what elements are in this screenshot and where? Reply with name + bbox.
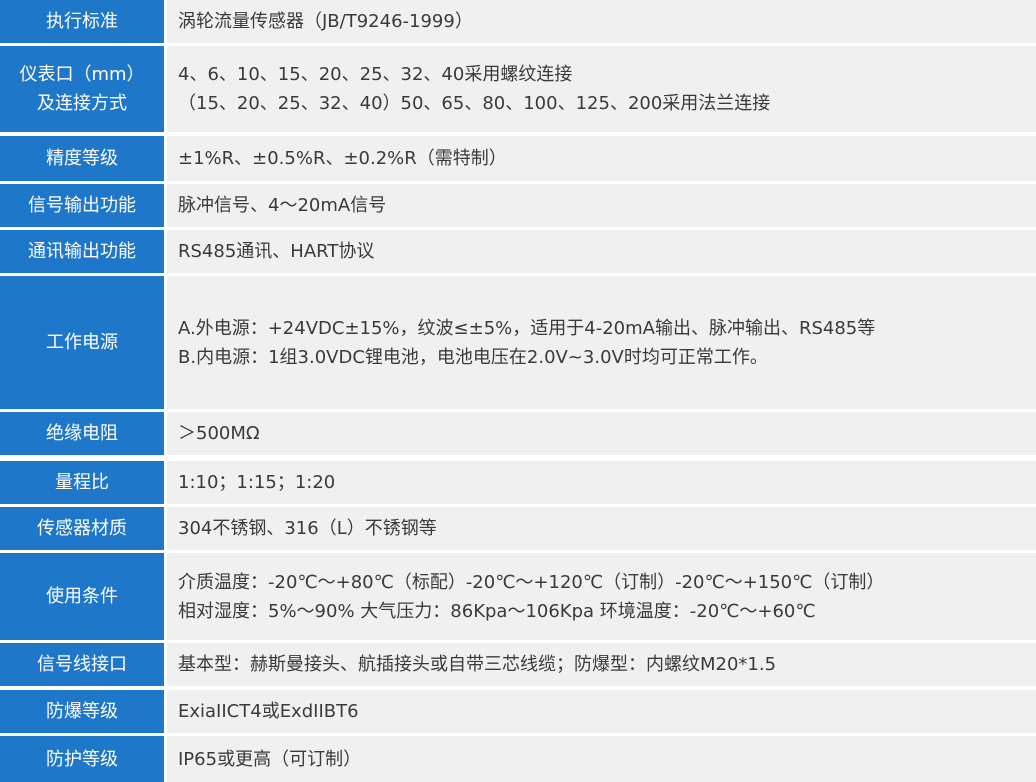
spec-value-line: 脉冲信号、4～20mA信号	[178, 195, 387, 216]
spec-value-line: 304不锈钢、316（L）不锈钢等	[178, 518, 437, 539]
spec-value-line: 相对湿度：5%～90% 大气压力：86Kpa～106Kpa 环境温度：-20℃～…	[178, 600, 816, 622]
spec-value: 4、6、10、15、20、25、32、40采用螺纹连接 （15、20、25、32、…	[167, 46, 1036, 132]
spec-value: ExiaIICT4或ExdIIBT6	[167, 690, 1036, 733]
spec-value: 介质温度：-20℃～+80℃（标配）-20℃～+120℃（订制）-20℃～+15…	[167, 553, 1036, 640]
spec-label-line: 及连接方式	[36, 93, 127, 114]
spec-value-line: IP65或更高（可订制）	[178, 748, 362, 770]
spec-label-line: 传感器材质	[37, 518, 127, 539]
spec-row: 仪表口（mm） 及连接方式 4、6、10、15、20、25、32、40采用螺纹连接 （…	[0, 46, 1036, 132]
spec-value: ＞500MΩ	[167, 412, 1036, 455]
spec-row: 信号输出功能 脉冲信号、4～20mA信号	[0, 184, 1036, 227]
spec-value-line: ±1%R、±0.5%R、±0.2%R（需特制）	[178, 148, 507, 169]
spec-row: 绝缘电阻 ＞500MΩ	[0, 412, 1036, 455]
spec-label-line: 信号输出功能	[28, 195, 136, 216]
spec-row: 量程比 1:10；1:15；1:20	[0, 461, 1036, 504]
spec-row: 防爆等级 ExiaIICT4或ExdIIBT6	[0, 690, 1036, 733]
spec-label: 精度等级	[0, 136, 164, 181]
spec-label: 防护等级	[0, 736, 164, 782]
spec-label-line: 使用条件	[46, 586, 118, 607]
spec-label-line: 工作电源	[46, 332, 118, 353]
spec-label-line: 信号线接口	[37, 654, 127, 675]
spec-label-line: 防爆等级	[46, 701, 118, 722]
spec-label: 绝缘电阻	[0, 412, 164, 455]
spec-label: 传感器材质	[0, 507, 164, 550]
spec-label-line: 绝缘电阻	[46, 423, 118, 444]
spec-table: 执行标准 涡轮流量传感器（JB/T9246-1999） 仪表口（mm） 及连接方式 4、…	[0, 0, 1036, 782]
spec-label: 防爆等级	[0, 690, 164, 733]
spec-row: 防护等级 IP65或更高（可订制）	[0, 736, 1036, 782]
spec-value: A.外电源：+24VDC±15%，纹波≤±5%，适用于4-20mA输出、脉冲输出…	[167, 276, 1036, 409]
spec-value-line: 基本型：赫斯曼接头、航插接头或自带三芯线缆；防爆型：内螺纹M20*1.5	[178, 654, 777, 675]
spec-row: 精度等级 ±1%R、±0.5%R、±0.2%R（需特制）	[0, 136, 1036, 181]
spec-label-line: 防护等级	[46, 748, 118, 770]
spec-value: 1:10；1:15；1:20	[167, 461, 1036, 504]
spec-label-line: 仪表口（mm）	[19, 64, 145, 85]
spec-value-line: RS485通讯、HART协议	[178, 241, 375, 262]
spec-value-line: 4、6、10、15、20、25、32、40采用螺纹连接	[178, 64, 573, 85]
spec-label-line: 执行标准	[46, 11, 118, 32]
spec-value-line: A.外电源：+24VDC±15%，纹波≤±5%，适用于4-20mA输出、脉冲输出…	[178, 317, 876, 339]
spec-value-line: B.内电源：1组3.0VDC锂电池，电池电压在2.0V~3.0V时均可正常工作。	[178, 346, 768, 368]
spec-value-line: 涡轮流量传感器（JB/T9246-1999）	[178, 11, 473, 32]
spec-label-line: 通讯输出功能	[28, 241, 136, 262]
spec-label: 量程比	[0, 461, 164, 504]
spec-value-line: （15、20、25、32、40）50、65、80、100、125、200采用法兰…	[178, 93, 771, 114]
spec-row: 通讯输出功能 RS485通讯、HART协议	[0, 230, 1036, 273]
spec-value: 脉冲信号、4～20mA信号	[167, 184, 1036, 227]
spec-label-line: 精度等级	[46, 148, 118, 169]
spec-value: ±1%R、±0.5%R、±0.2%R（需特制）	[167, 136, 1036, 181]
spec-row: 执行标准 涡轮流量传感器（JB/T9246-1999）	[0, 0, 1036, 43]
spec-value: 涡轮流量传感器（JB/T9246-1999）	[167, 0, 1036, 43]
spec-row: 工作电源 A.外电源：+24VDC±15%，纹波≤±5%，适用于4-20mA输出、…	[0, 276, 1036, 409]
spec-value-line: ＞500MΩ	[178, 423, 260, 444]
spec-label: 通讯输出功能	[0, 230, 164, 273]
spec-label-line: 量程比	[55, 472, 109, 493]
spec-value: RS485通讯、HART协议	[167, 230, 1036, 273]
spec-value-line: 1:10；1:15；1:20	[178, 472, 336, 493]
spec-label: 工作电源	[0, 276, 164, 409]
spec-row: 使用条件 介质温度：-20℃～+80℃（标配）-20℃～+120℃（订制）-20℃…	[0, 553, 1036, 640]
spec-row: 传感器材质 304不锈钢、316（L）不锈钢等	[0, 507, 1036, 550]
spec-label: 仪表口（mm） 及连接方式	[0, 46, 164, 132]
spec-label: 执行标准	[0, 0, 164, 43]
spec-value-line: ExiaIICT4或ExdIIBT6	[178, 701, 359, 722]
spec-value: 基本型：赫斯曼接头、航插接头或自带三芯线缆；防爆型：内螺纹M20*1.5	[167, 643, 1036, 686]
spec-label: 使用条件	[0, 553, 164, 640]
spec-value: IP65或更高（可订制）	[167, 736, 1036, 782]
spec-value-line: 介质温度：-20℃～+80℃（标配）-20℃～+120℃（订制）-20℃～+15…	[178, 571, 885, 593]
spec-label: 信号输出功能	[0, 184, 164, 227]
spec-row: 信号线接口 基本型：赫斯曼接头、航插接头或自带三芯线缆；防爆型：内螺纹M20*1.…	[0, 643, 1036, 686]
spec-value: 304不锈钢、316（L）不锈钢等	[167, 507, 1036, 550]
spec-label: 信号线接口	[0, 643, 164, 686]
